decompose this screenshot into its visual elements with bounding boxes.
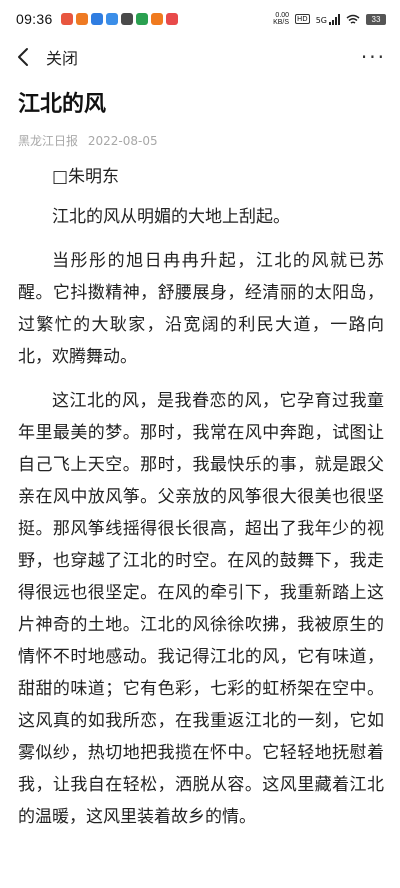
close-label: 关闭	[46, 49, 79, 68]
article-body: □朱明东 江北的风从明媚的大地上刮起。 当彤彤的旭日冉冉升起，江北的风就已苏醒。…	[18, 161, 384, 833]
app-notification-icon	[165, 13, 178, 25]
nav-bar: 关闭 ···	[0, 38, 400, 76]
article-meta: 黑龙江日报 2022-08-05	[18, 132, 384, 149]
article-paragraph: 当彤彤的旭日冉冉升起，江北的风就已苏醒。它抖擞精神，舒腰展身，经清丽的太阳岛，过…	[18, 251, 384, 367]
status-bar: 09:36 0.00 KB/S HD 5G 33	[0, 0, 400, 38]
article-author: □朱明东	[52, 167, 120, 187]
more-options-button[interactable]: ···	[361, 47, 386, 67]
chevron-left-icon	[18, 48, 28, 66]
network-type: 5G	[315, 15, 327, 25]
app-notification-icon	[75, 13, 88, 25]
article-paragraph: 这江北的风，是我眷恋的风，它孕育过我童年里最美的梦。那时，我常在风中奔跑，试图让…	[18, 391, 384, 827]
notification-icons	[60, 13, 178, 25]
status-right: 0.00 KB/S HD 5G 33	[273, 12, 386, 26]
article-paragraph: 江北的风从明媚的大地上刮起。	[52, 207, 290, 227]
wifi-icon	[346, 14, 360, 24]
article-source: 黑龙江日报	[18, 134, 79, 148]
app-notification-icon	[90, 13, 103, 25]
article-title: 江北的风	[18, 92, 107, 117]
signal-icon: 5G	[315, 13, 340, 25]
app-notification-icon	[120, 13, 133, 25]
network-speed: 0.00 KB/S	[273, 12, 290, 26]
article: 江北的风 黑龙江日报 2022-08-05 □朱明东 江北的风从明媚的大地上刮起…	[18, 86, 384, 845]
close-button[interactable]: 关闭	[14, 45, 78, 69]
battery-icon: 33	[366, 13, 386, 25]
article-date: 2022-08-05	[87, 134, 158, 148]
app-notification-icon	[135, 13, 148, 25]
hd-badge: HD	[295, 14, 310, 24]
app-notification-icon	[105, 13, 118, 25]
status-time: 09:36	[16, 11, 53, 27]
app-notification-icon	[60, 13, 73, 25]
app-notification-icon	[150, 13, 163, 25]
